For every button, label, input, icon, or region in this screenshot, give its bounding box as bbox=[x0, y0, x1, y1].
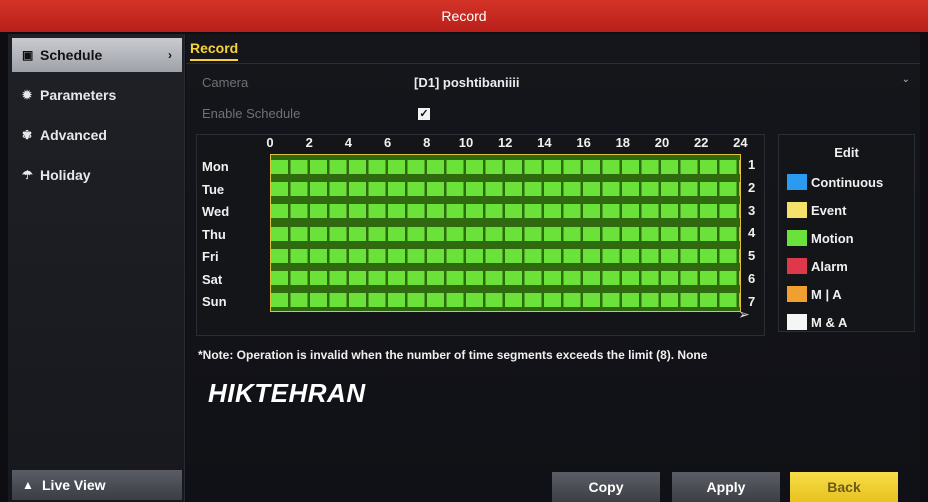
hour-label: 18 bbox=[615, 135, 631, 150]
schedule-row[interactable] bbox=[271, 204, 740, 219]
mouse-cursor-icon: ➢ bbox=[738, 306, 750, 322]
sidebar: ▣ Schedule › ✹ Parameters ✾ Advanced ☂ H… bbox=[8, 34, 185, 502]
day-label: Sat bbox=[202, 271, 223, 287]
sidebar-item-label: Parameters bbox=[40, 87, 117, 103]
legend-item[interactable]: M & A bbox=[787, 313, 847, 331]
row-number: 4 bbox=[748, 225, 756, 241]
row-number: 2 bbox=[748, 179, 756, 195]
edit-title: Edit bbox=[834, 145, 859, 160]
back-button[interactable]: Back bbox=[790, 472, 898, 502]
tab-record[interactable]: Record bbox=[190, 40, 239, 61]
legend-swatch bbox=[787, 286, 807, 302]
legend-swatch bbox=[787, 258, 807, 274]
schedule-grid[interactable] bbox=[270, 154, 741, 312]
legend-label: Event bbox=[811, 202, 847, 218]
live-view-button[interactable]: ▲ Live View bbox=[12, 470, 182, 500]
schedule-row[interactable] bbox=[271, 271, 740, 285]
gear-icon: ✹ bbox=[22, 88, 33, 102]
hour-label: 24 bbox=[733, 135, 748, 150]
sidebar-item-schedule[interactable]: ▣ Schedule › bbox=[12, 38, 182, 72]
hour-label: 8 bbox=[423, 135, 431, 150]
legend-swatch bbox=[787, 314, 807, 330]
hour-label: 12 bbox=[497, 135, 513, 150]
camera-select[interactable]: [D1] poshtibaniiii bbox=[414, 75, 519, 90]
day-label: Wed bbox=[202, 204, 230, 219]
hour-label: 6 bbox=[383, 135, 392, 150]
sidebar-item-holiday[interactable]: ☂ Holiday bbox=[12, 158, 182, 192]
advanced-gear-icon: ✾ bbox=[22, 128, 33, 142]
window-title: Record bbox=[0, 0, 928, 32]
holiday-icon: ☂ bbox=[22, 168, 33, 182]
sidebar-item-label: Advanced bbox=[40, 127, 107, 143]
chevron-right-icon: › bbox=[168, 48, 172, 62]
apply-button[interactable]: Apply bbox=[672, 472, 780, 502]
hour-label: 20 bbox=[654, 135, 670, 150]
row-number: 3 bbox=[748, 202, 756, 218]
row-number: 5 bbox=[748, 248, 756, 264]
hour-label: 2 bbox=[305, 135, 313, 150]
edit-panel: Edit Continuous Event Motion Alarm M | A M & … bbox=[778, 134, 915, 332]
legend-item[interactable]: Alarm bbox=[787, 257, 848, 275]
chevron-down-icon[interactable]: ⌄ bbox=[902, 74, 910, 85]
legend-item[interactable]: M | A bbox=[787, 285, 842, 303]
note-text: *Note: Operation is invalid when the num… bbox=[198, 348, 708, 362]
main-panel: Record Camera [D1] poshtibaniiii ⌄ Enabl… bbox=[186, 34, 920, 502]
hour-label: 16 bbox=[576, 135, 591, 150]
legend-item[interactable]: Continuous bbox=[787, 173, 883, 191]
hour-label: 4 bbox=[344, 135, 352, 150]
sidebar-item-label: Schedule bbox=[40, 47, 103, 63]
brand-watermark: HIKTEHRAN bbox=[208, 378, 366, 408]
row-number: 1 bbox=[748, 157, 756, 172]
hour-label: 10 bbox=[458, 135, 474, 150]
legend-swatch bbox=[787, 202, 807, 218]
schedule-icon: ▣ bbox=[22, 48, 34, 62]
legend-label: M & A bbox=[811, 314, 848, 330]
day-label: Thu bbox=[202, 226, 226, 242]
schedule-row[interactable] bbox=[271, 248, 740, 263]
enable-schedule-checkbox[interactable]: ✓ bbox=[418, 108, 430, 120]
schedule-row[interactable] bbox=[271, 160, 740, 174]
sidebar-item-label: Holiday bbox=[40, 167, 91, 183]
legend-label: Alarm bbox=[811, 258, 848, 274]
legend-label: M | A bbox=[811, 286, 842, 302]
enable-schedule-label: Enable Schedule bbox=[202, 106, 301, 121]
schedule-row[interactable] bbox=[271, 182, 740, 197]
row-number: 6 bbox=[748, 271, 756, 286]
day-label: Tue bbox=[202, 181, 225, 197]
sidebar-item-advanced[interactable]: ✾ Advanced bbox=[12, 118, 182, 152]
live-view-label: Live View bbox=[42, 477, 106, 493]
schedule-row[interactable] bbox=[271, 226, 740, 241]
day-label: Fri bbox=[202, 249, 219, 264]
hour-label: 0 bbox=[266, 135, 274, 150]
legend-label: Continuous bbox=[811, 174, 884, 190]
schedule-row[interactable] bbox=[271, 293, 740, 308]
sidebar-item-parameters[interactable]: ✹ Parameters bbox=[12, 78, 182, 112]
home-icon: ▲ bbox=[22, 478, 34, 492]
legend-swatch bbox=[787, 174, 807, 190]
legend-label: Motion bbox=[811, 230, 854, 246]
camera-label: Camera bbox=[202, 75, 249, 90]
hour-label: 14 bbox=[537, 135, 552, 150]
day-label: Mon bbox=[202, 159, 229, 174]
day-label: Sun bbox=[202, 294, 227, 309]
record-screen: Record ▣ Schedule › ✹ Parameters ✾ Advan… bbox=[0, 0, 928, 502]
hour-label: 22 bbox=[693, 135, 709, 150]
legend-item[interactable]: Event bbox=[787, 201, 846, 219]
legend-swatch bbox=[787, 230, 807, 246]
tab-divider bbox=[186, 63, 920, 64]
legend-item[interactable]: Motion bbox=[787, 229, 854, 247]
copy-button[interactable]: Copy bbox=[552, 472, 660, 502]
